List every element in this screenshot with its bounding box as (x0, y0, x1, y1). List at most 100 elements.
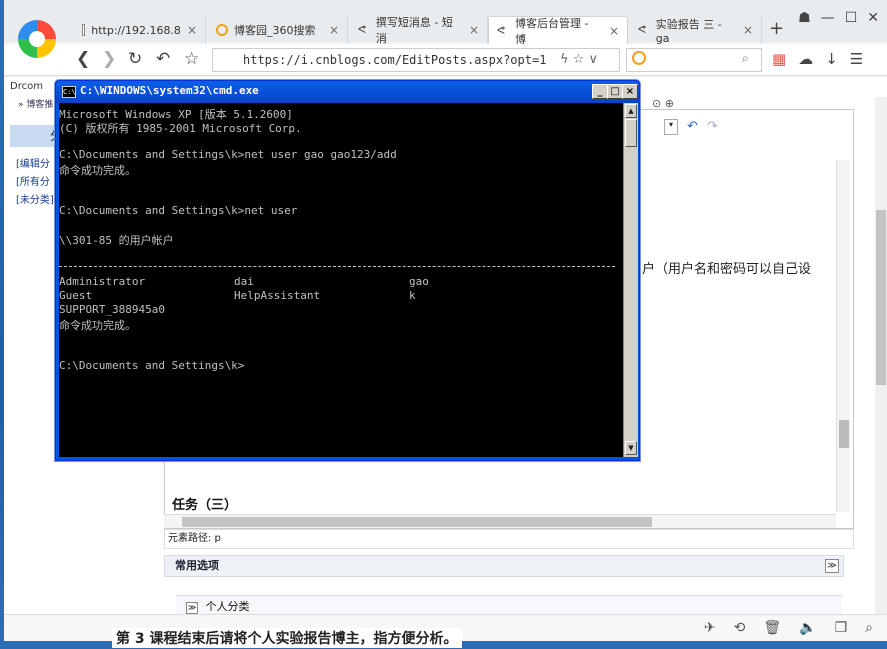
cmd-icon: C:\ (62, 86, 76, 98)
scroll-down-icon[interactable]: ▼ (625, 441, 637, 455)
cmd-minimize-button[interactable]: _ (592, 84, 608, 99)
bookmark-item[interactable]: Drcom (10, 81, 43, 92)
editor-text[interactable]: 户（用户名和密码可以自己设 (642, 258, 811, 277)
tab-label: 博客后台管理 - 博 (515, 16, 589, 46)
cmd-user-entry: Guest (59, 289, 93, 302)
peek-text: 第 3 课程结束后请将个人实验报告博主，指方便分析。 (112, 628, 462, 648)
page-icon (82, 24, 86, 36)
cmd-line: (C) 版权所有 1985-2001 Microsoft Corp. (59, 122, 302, 135)
undo-close-icon[interactable]: ↶ (156, 49, 170, 69)
trash-icon[interactable]: 🗑 (763, 620, 781, 636)
tool-icons: ▦ ☁ ↓ ☰ (772, 50, 863, 68)
close-icon[interactable]: × (743, 23, 753, 37)
download-icon[interactable]: ↓ (825, 50, 838, 68)
close-icon[interactable]: × (609, 24, 619, 38)
cmd-title: C:\WINDOWS\system32\cmd.exe (80, 84, 259, 97)
tab-label: 撰写短消息 - 短消 (375, 16, 453, 45)
cmd-line: 命令成功完成。 (59, 164, 136, 177)
expand-icon[interactable]: ≫ (825, 559, 839, 573)
close-icon[interactable]: × (329, 23, 339, 37)
editor-toolbar-icons[interactable]: ⊙ ⊕ (652, 97, 674, 110)
breadcrumb[interactable]: » 博客推 (18, 97, 53, 110)
tab-4-active[interactable]: ᕙ 博客后台管理 - 博 × (488, 16, 628, 46)
minimize-button[interactable]: — (821, 10, 835, 26)
cnblogs-icon: ᕙ (358, 23, 366, 36)
close-window-button[interactable]: ✕ (867, 10, 879, 26)
redo-icon[interactable]: ↷ (707, 119, 718, 134)
cloud-icon[interactable]: ☁ (798, 50, 813, 68)
tab-3[interactable]: ᕙ 撰写短消息 - 短消 × (350, 16, 488, 45)
format-select[interactable]: ▾ (664, 119, 678, 135)
cmd-maximize-button[interactable]: □ (607, 84, 623, 99)
common-options-header[interactable]: 常用选项 ≫ (164, 555, 844, 577)
cmd-titlebar[interactable]: C:\ C:\WINDOWS\system32\cmd.exe _ □ × (56, 81, 639, 103)
cmd-user-entry: HelpAssistant (234, 289, 321, 302)
tab-5[interactable]: ᕙ 实验报告 三 - ga × (630, 16, 762, 45)
cnblogs-icon: ᕙ (638, 23, 646, 36)
forward-icon[interactable]: ❯ (102, 49, 116, 69)
cmd-scrollbar[interactable]: ▲ ▼ (623, 103, 638, 457)
tab-label: 博客园_360搜索 (234, 24, 316, 37)
url-text: https://i.cnblogs.com/EditPosts.aspx?opt… (243, 53, 547, 67)
scroll-thumb[interactable] (839, 420, 849, 448)
url-input[interactable]: https://i.cnblogs.com/EditPosts.aspx?opt… (212, 48, 620, 72)
maximize-button[interactable]: ☐ (845, 10, 858, 26)
cmd-separator (59, 266, 615, 267)
menu-icon[interactable]: ☰ (850, 50, 863, 68)
expand-icon[interactable]: ≫ (186, 602, 198, 614)
star-icon[interactable]: ☆ (184, 49, 199, 69)
cmd-close-button[interactable]: × (622, 84, 638, 99)
editor-vscroll[interactable] (836, 160, 850, 512)
refresh-icon[interactable]: ⟲ (734, 620, 746, 636)
cmd-user-entry: Administrator (59, 275, 146, 288)
back-icon[interactable]: ❮ (76, 49, 90, 69)
cmd-user-entry: k (409, 289, 416, 302)
cmd-line: 命令成功完成。 (59, 319, 136, 332)
tab-label: 实验报告 三 - ga (655, 17, 722, 45)
cmd-output[interactable]: Microsoft Windows XP [版本 5.1.2600] (C) 版权… (59, 103, 623, 457)
search-icon[interactable]: ⌕ (742, 51, 749, 66)
cmd-line: C:\Documents and Settings\k> (59, 359, 245, 372)
reload-icon[interactable]: ↻ (128, 49, 142, 69)
tab-bar: http://192.168.8 × 博客园_360搜索 × ᕙ 撰写短消息 -… (4, 0, 887, 46)
scroll-thumb[interactable] (182, 517, 652, 527)
tab-2[interactable]: 博客园_360搜索 × (208, 16, 348, 44)
close-icon[interactable]: × (469, 23, 479, 37)
left-link-edit[interactable]: [编辑分 (16, 155, 50, 170)
new-tab-button[interactable]: + (769, 18, 784, 39)
task-title[interactable]: 任务（三） (172, 494, 237, 513)
url-extras[interactable]: ϟ ☆ ∨ (560, 52, 598, 67)
cmd-user-entry: dai (234, 275, 254, 288)
close-icon[interactable]: × (187, 23, 197, 37)
browser-logo-icon[interactable] (18, 20, 56, 58)
category-label: 个人分类 (205, 600, 250, 613)
scroll-up-icon[interactable]: ▲ (625, 104, 637, 118)
zoom-icon[interactable]: ⌕ (865, 620, 873, 636)
left-link-all[interactable]: [所有分 (16, 173, 50, 188)
scroll-thumb[interactable] (625, 119, 637, 147)
cmd-line: C:\Documents and Settings\k>net user (59, 204, 298, 217)
speaker-icon[interactable]: 🔈 (799, 620, 816, 636)
so360-search-icon (632, 51, 646, 65)
apps-icon[interactable]: ▦ (772, 50, 786, 68)
left-link-uncat[interactable]: [未分类] (16, 191, 54, 206)
so360-icon (216, 24, 228, 36)
nav-toolbar: ❮ ❯ ↻ ↶ ☆ ⛉ https://i.cnblogs.com/EditPo… (4, 44, 887, 76)
cnblogs-icon: ᕙ (497, 23, 505, 37)
tab-1[interactable]: http://192.168.8 × (74, 16, 206, 44)
cmd-window[interactable]: C:\ C:\WINDOWS\system32\cmd.exe _ □ × Mi… (55, 80, 640, 461)
window-controls: ☗ — ☐ ✕ (798, 10, 879, 26)
window-icon[interactable]: ❐ (835, 620, 848, 636)
page-scrollbar[interactable] (875, 97, 887, 617)
tab-label: http://192.168.8 (91, 23, 181, 37)
shirt-icon[interactable]: ☗ (798, 10, 811, 26)
cmd-line: C:\Documents and Settings\k>net user gao… (59, 148, 397, 161)
status-icons: ✈ ⟲ 🗑 🔈 ❐ ⌕ (704, 620, 873, 636)
undo-icon[interactable]: ↶ (687, 119, 698, 134)
pin-icon[interactable]: ✈ (704, 620, 716, 636)
scroll-thumb[interactable] (876, 210, 886, 385)
cmd-user-entry: SUPPORT_388945a0 (59, 303, 165, 316)
editor-hscroll[interactable] (164, 514, 836, 528)
cmd-user-entry: gao (409, 275, 429, 288)
cmd-line: \\301-85 的用户帐户 (59, 234, 174, 247)
